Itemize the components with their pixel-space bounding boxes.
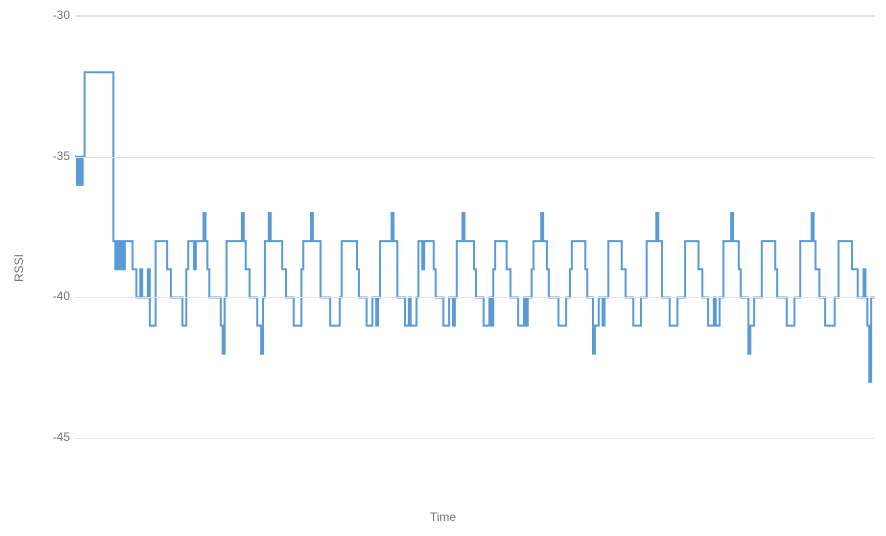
series-line xyxy=(75,72,875,382)
gridline xyxy=(75,16,875,17)
rssi-time-chart: RSSI Time -30 -35 -40 -45 xyxy=(0,0,886,536)
plot-area xyxy=(75,15,875,486)
x-axis-label: Time xyxy=(0,510,886,524)
gridline xyxy=(75,157,875,158)
y-tick-label: -45 xyxy=(10,430,70,444)
chart-svg xyxy=(75,16,875,486)
y-tick-label: -30 xyxy=(10,8,70,22)
y-axis-label: RSSI xyxy=(12,254,26,282)
y-tick-label: -35 xyxy=(10,149,70,163)
y-tick-label: -40 xyxy=(10,289,70,303)
gridline xyxy=(75,297,875,298)
gridline xyxy=(75,438,875,439)
